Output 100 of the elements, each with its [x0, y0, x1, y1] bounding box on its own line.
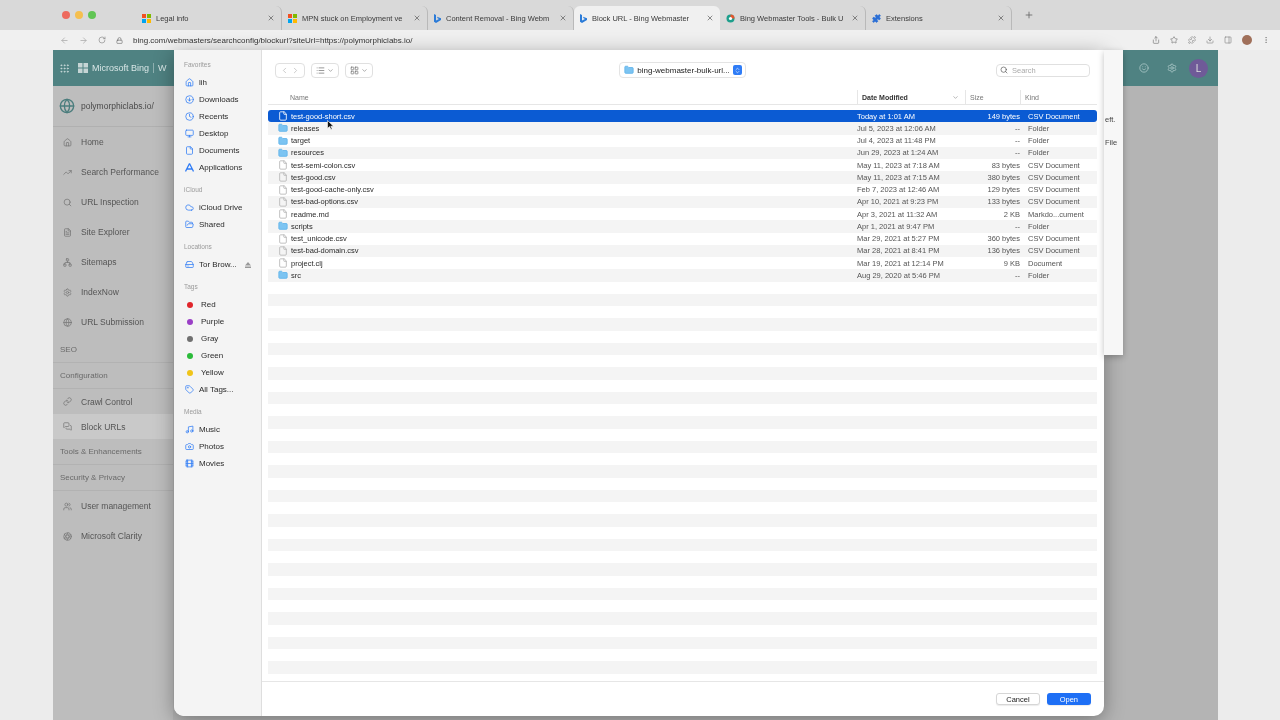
camera-icon — [185, 442, 194, 451]
download-icon[interactable] — [1206, 36, 1214, 44]
close-icon[interactable] — [997, 14, 1005, 22]
shared-folder-icon — [185, 220, 194, 229]
share-icon[interactable] — [1152, 36, 1160, 44]
back-forward-button[interactable] — [275, 62, 305, 78]
sidebar-item[interactable]: Applications — [174, 159, 261, 176]
maximize-window-button[interactable] — [88, 11, 96, 19]
grid-icon — [350, 65, 359, 75]
back-icon[interactable] — [280, 65, 289, 75]
grid-dots-icon[interactable] — [59, 62, 70, 74]
sidebar-item[interactable]: Green — [174, 347, 261, 364]
sidebar-item[interactable]: Photos — [174, 438, 261, 455]
site-name[interactable]: polymorphiclabs.io/ — [81, 101, 154, 111]
minimize-window-button[interactable] — [75, 11, 83, 19]
close-icon[interactable] — [851, 14, 859, 22]
sidebar-item[interactable]: Tor Brow... — [174, 256, 261, 273]
clock-icon — [185, 112, 194, 121]
document-icon — [63, 227, 72, 237]
search-icon — [63, 197, 72, 207]
sidebar-item[interactable]: Recents — [174, 108, 261, 125]
star-icon[interactable] — [1170, 36, 1178, 44]
brand-name: Microsoft Bing — [92, 63, 150, 73]
location-dropdown[interactable]: bing-webmaster-bulk-url... — [619, 62, 746, 78]
folder-icon — [278, 221, 288, 232]
nav-item[interactable]: User management — [53, 491, 173, 521]
folder-icon — [624, 65, 635, 75]
nav-item[interactable]: Crawl Control — [53, 389, 173, 414]
close-icon[interactable] — [559, 14, 567, 22]
download-icon — [185, 95, 194, 104]
link-icon — [63, 397, 72, 406]
circle-logo-icon — [726, 13, 735, 23]
sidebar-item[interactable]: Desktop — [174, 125, 261, 142]
nav-item[interactable]: Site Explorer — [53, 217, 173, 247]
letter-shape-icon — [185, 163, 194, 172]
nav-item[interactable]: URL Submission — [53, 307, 173, 337]
close-icon[interactable] — [413, 14, 421, 22]
nav-item[interactable]: Microsoft Clarity — [53, 521, 173, 551]
new-tab-icon[interactable] — [1024, 10, 1034, 20]
user-avatar[interactable]: L — [1189, 58, 1208, 78]
sidebar-item[interactable]: iCloud Drive — [174, 199, 261, 216]
house-icon — [63, 137, 72, 147]
smiley-icon[interactable] — [1139, 63, 1149, 73]
forward-icon[interactable] — [291, 65, 300, 75]
sidebar-item[interactable]: Gray — [174, 330, 261, 347]
four-squares-icon — [78, 63, 88, 73]
back-icon[interactable] — [60, 35, 69, 45]
folder-icon — [278, 147, 288, 158]
sidebar-item[interactable]: Yellow — [174, 364, 261, 381]
sort-caret-icon — [952, 93, 959, 101]
caret-icon — [327, 66, 334, 74]
tag-icon — [185, 385, 194, 394]
four-squares-icon — [288, 13, 297, 23]
nav-item[interactable]: Sitemaps — [53, 247, 173, 277]
ribbon-icon — [434, 13, 441, 23]
side-panel-icon[interactable] — [1224, 36, 1232, 44]
folder-icon — [278, 123, 288, 134]
nav-item[interactable]: Block URLs — [53, 414, 173, 439]
stepper-icon — [732, 65, 742, 75]
document-icon — [278, 184, 288, 195]
gear-icon[interactable] — [1167, 63, 1177, 73]
document-icon — [278, 233, 288, 244]
sidebar-item[interactable]: Shared — [174, 216, 261, 233]
lock-icon[interactable] — [116, 36, 123, 44]
list-view-button[interactable] — [311, 62, 339, 78]
product-name: W — [153, 63, 167, 73]
sidebar-item[interactable]: Purple — [174, 313, 261, 330]
close-window-button[interactable] — [62, 11, 70, 19]
sidebar-item[interactable]: Red — [174, 296, 261, 313]
chat-icon — [63, 422, 72, 431]
close-icon[interactable] — [267, 14, 275, 22]
puzzle-icon — [872, 13, 881, 23]
sidebar-item[interactable]: Downloads — [174, 91, 261, 108]
close-icon[interactable] — [706, 14, 714, 22]
cloud-icon — [185, 203, 194, 212]
folder-icon — [278, 270, 288, 281]
grid-view-button[interactable] — [345, 62, 373, 78]
nav-item[interactable]: Search Performance — [53, 157, 173, 187]
sidebar-item[interactable]: All Tags... — [174, 381, 261, 398]
nav-item[interactable]: IndexNow — [53, 277, 173, 307]
ribbon-icon — [580, 13, 587, 23]
document-icon — [278, 111, 288, 122]
sidebar-item[interactable]: Movies — [174, 455, 261, 472]
nav-item[interactable]: URL Inspection — [53, 187, 173, 217]
sidebar-item[interactable]: lih — [174, 74, 261, 91]
forward-icon[interactable] — [79, 35, 88, 45]
users-icon — [63, 501, 72, 511]
trend-line-icon — [63, 167, 72, 177]
menu-icon[interactable] — [1262, 36, 1270, 44]
sidebar-item[interactable]: Music — [174, 421, 261, 438]
network-icon — [63, 257, 72, 267]
profile-avatar-icon[interactable] — [1242, 35, 1252, 45]
reload-icon[interactable] — [98, 36, 106, 44]
house-icon — [185, 78, 194, 87]
puzzle-icon[interactable] — [1188, 36, 1196, 44]
music-icon — [185, 425, 194, 434]
eject-icon[interactable] — [244, 261, 251, 268]
globe-icon — [59, 98, 75, 114]
sidebar-item[interactable]: Documents — [174, 142, 261, 159]
nav-item[interactable]: Home — [53, 127, 173, 157]
